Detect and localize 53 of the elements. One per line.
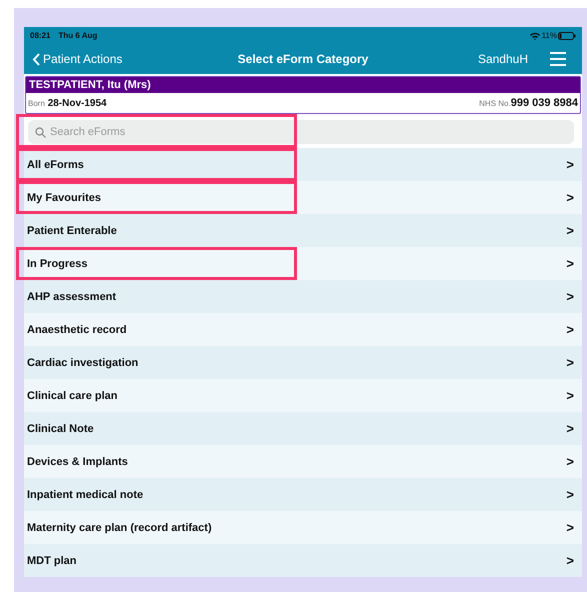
category-label: MDT plan [27,554,76,566]
user-name: SandhuH [478,52,528,66]
chevron-icon: > [566,223,574,238]
chevron-icon: > [566,289,574,304]
category-label: Inpatient medical note [27,488,144,500]
chevron-icon: > [566,190,574,205]
category-row[interactable]: Inpatient medical note > [24,478,582,511]
search-icon [35,127,46,138]
search-field[interactable]: Search eForms [28,120,574,144]
category-label: Devices & Implants [27,456,128,468]
status-date: Thu 6 Aug [58,31,98,40]
chevron-icon: > [566,157,574,172]
chevron-icon: > [566,553,574,568]
back-chevron-icon [32,52,40,66]
nhs-number: 999 039 8984 [510,97,578,109]
back-button[interactable]: Patient Actions [32,52,122,66]
nhs-label: NHS No. [479,99,511,108]
category-label: Cardiac investigation [27,356,138,368]
chevron-icon: > [566,322,574,337]
category-label: Anaesthetic record [27,324,127,336]
chevron-icon: > [566,454,574,469]
chevron-icon: > [566,388,574,403]
born-date: 28-Nov-1954 [48,98,107,108]
category-label: AHP assessment [27,290,116,302]
menu-icon[interactable] [550,52,566,66]
category-label: Maternity care plan (record artifact) [27,522,212,534]
category-label: In Progress [27,258,88,270]
category-row[interactable]: Maternity care plan (record artifact) > [24,511,582,544]
category-row[interactable]: Cardiac investigation > [24,346,582,379]
born-label: Born [28,98,45,108]
wifi-icon [530,32,540,40]
chevron-icon: > [566,421,574,436]
category-label: All eForms [27,158,84,170]
category-label: Clinical care plan [27,390,118,402]
chevron-icon: > [566,355,574,370]
category-row[interactable]: Clinical Note > [24,412,582,445]
screen-title: Select eForm Category [238,52,368,66]
category-row[interactable]: Devices & Implants > [24,445,582,478]
category-label: Clinical Note [27,422,94,434]
category-row[interactable]: MDT plan > [24,544,582,577]
chevron-icon: > [566,487,574,502]
status-time: 08:21 [30,31,50,40]
battery-icon [558,32,576,40]
category-label: Patient Enterable [27,224,117,236]
patient-name: TESTPATIENT, Itu (Mrs) [26,77,580,93]
category-row[interactable]: Anaesthetic record > [24,313,582,346]
category-row[interactable]: Patient Enterable > [24,214,582,247]
category-row[interactable]: Clinical care plan > [24,379,582,412]
chevron-icon: > [566,256,574,271]
battery-level: 11% [542,31,557,40]
chevron-icon: > [566,520,574,535]
category-row[interactable]: AHP assessment > [24,280,582,313]
category-label: My Favourites [27,192,101,204]
